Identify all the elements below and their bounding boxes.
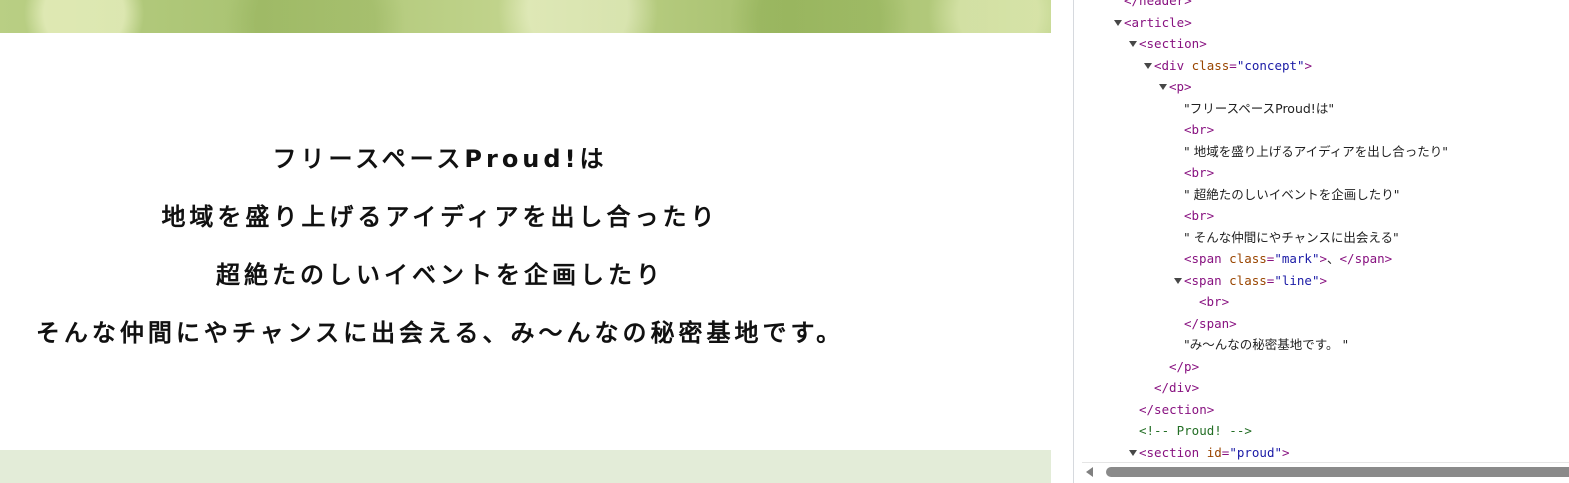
dom-node-section-proud[interactable]: <section id="proud"> — [1074, 442, 1569, 464]
dom-node-div-close[interactable]: </div> — [1074, 377, 1569, 399]
dom-node-article[interactable]: <article> — [1074, 12, 1569, 34]
expand-triangle-icon[interactable] — [1144, 62, 1152, 69]
next-section-background — [0, 450, 1051, 483]
tag-text: </p> — [1169, 358, 1200, 374]
dom-node-span-mark[interactable]: <span class="mark">、</span> — [1074, 248, 1569, 270]
dom-node-br-3[interactable]: <br> — [1074, 205, 1569, 227]
tag-text: <br> — [1184, 165, 1215, 180]
dom-node-section[interactable]: <section> — [1074, 33, 1569, 55]
scrollbar-thumb[interactable] — [1106, 467, 1569, 477]
attr-value: "concept" — [1236, 57, 1305, 73]
dom-node-br-4[interactable]: <br> — [1074, 291, 1569, 313]
tag-text: <br> — [1184, 122, 1215, 137]
concept-line-4b: み〜んなの秘密基地です。 — [510, 319, 845, 347]
attr-name: class — [1191, 57, 1230, 73]
tag-bracket: > — [1282, 444, 1290, 460]
attr-eq: = — [1229, 57, 1237, 73]
horizontal-scrollbar[interactable] — [1082, 462, 1569, 483]
tag-text: <p> — [1169, 79, 1192, 94]
scroll-left-icon[interactable] — [1086, 467, 1093, 477]
tag-text: <span — [1184, 272, 1230, 288]
expand-triangle-icon[interactable] — [1129, 41, 1137, 47]
dom-text-node-1[interactable]: "フリースペースProud!は" — [1074, 98, 1569, 120]
text-node: " そんな仲間にやチャンスに出会える" — [1184, 229, 1399, 245]
text-node: " 超絶たのしいイベントを企画したり" — [1184, 186, 1400, 202]
dom-node-p-close[interactable]: </p> — [1074, 356, 1569, 378]
tag-text: <span — [1184, 251, 1230, 266]
tag-text: <section> — [1139, 36, 1207, 51]
tag-text: <article> — [1124, 14, 1192, 30]
concept-line-3: 超絶たのしいイベントを企画したり — [216, 261, 664, 289]
concept-mark: 、 — [482, 319, 511, 347]
attr-value: "line" — [1274, 272, 1320, 288]
attr-value: "proud" — [1229, 444, 1283, 460]
dom-node-section-close[interactable]: </section> — [1074, 399, 1569, 421]
text-node: "み〜んなの秘密基地です。 " — [1184, 337, 1349, 352]
concept-line-4a: そんな仲間にやチャンスに出会える — [35, 319, 483, 347]
dom-text-node-3[interactable]: " 超絶たのしいイベントを企画したり" — [1074, 184, 1569, 206]
hero-image — [0, 0, 1051, 33]
concept-line-2: 地域を盛り上げるアイディアを出し合ったり — [161, 203, 719, 231]
text-node: "フリースペースProud!は" — [1184, 100, 1335, 116]
dom-node-br-1[interactable]: <br> — [1074, 119, 1569, 141]
devtools-elements-panel: </header> <article> <section> <div class… — [1074, 0, 1569, 483]
dom-tree: </header> <article> <section> <div class… — [1074, 0, 1569, 463]
dom-node-comment[interactable]: <!-- Proud! --> — [1074, 420, 1569, 442]
devtools-splitter[interactable] — [1051, 0, 1074, 483]
tag-text: <br> — [1184, 208, 1215, 223]
expand-triangle-icon[interactable] — [1114, 19, 1122, 26]
tag-text: </span> — [1184, 315, 1237, 331]
dom-text-node-2[interactable]: " 地域を盛り上げるアイディアを出し合ったり" — [1074, 141, 1569, 163]
concept-line-4: そんな仲間にやチャンスに出会える、み〜んなの秘密基地です。 — [36, 319, 844, 347]
tag-text: </span> — [1339, 251, 1393, 266]
concept-section: フリースペースProud!は 地域を盛り上げるアイディアを出し合ったり 超絶たの… — [0, 33, 880, 450]
attr-name: id — [1206, 444, 1222, 460]
attr-value: "mark" — [1274, 251, 1320, 266]
tag-bracket: > — [1304, 57, 1313, 73]
expand-triangle-icon[interactable] — [1129, 449, 1137, 456]
dom-node-p[interactable]: <p> — [1074, 76, 1569, 98]
tag-bracket: > — [1319, 251, 1328, 266]
tag-bracket: > — [1319, 272, 1328, 288]
tag-text: <br> — [1199, 294, 1230, 309]
tag-text: <div — [1154, 57, 1192, 73]
concept-line-1: フリースペースProud!は — [272, 145, 608, 173]
concept-text: フリースペースProud!は 地域を盛り上げるアイディアを出し合ったり 超絶たの… — [0, 33, 880, 362]
dom-node-span-line[interactable]: <span class="line"> — [1074, 270, 1569, 292]
dom-text-node-5[interactable]: "み〜んなの秘密基地です。 " — [1074, 334, 1569, 356]
expand-triangle-icon[interactable] — [1159, 84, 1167, 90]
text-node: 、 — [1327, 251, 1340, 266]
dom-node-div-concept[interactable]: <div class="concept"> — [1074, 55, 1569, 77]
dom-node-header-close[interactable]: </header> — [1074, 0, 1569, 12]
expand-triangle-icon[interactable] — [1174, 277, 1182, 284]
attr-name: class — [1229, 251, 1267, 266]
tag-text: </div> — [1154, 380, 1200, 395]
text-node: " 地域を盛り上げるアイディアを出し合ったり" — [1184, 143, 1448, 159]
dom-node-span-line-close[interactable]: </span> — [1074, 313, 1569, 335]
tag-text: </section> — [1139, 401, 1215, 417]
dom-text-node-4[interactable]: " そんな仲間にやチャンスに出会える" — [1074, 227, 1569, 249]
page-viewport: フリースペースProud!は 地域を盛り上げるアイディアを出し合ったり 超絶たの… — [0, 0, 1051, 483]
comment-text: <!-- Proud! --> — [1139, 423, 1252, 438]
tag-text: <section — [1139, 444, 1207, 460]
attr-name: class — [1229, 272, 1267, 288]
dom-node-br-2[interactable]: <br> — [1074, 162, 1569, 184]
tag-text: </header> — [1124, 0, 1192, 8]
